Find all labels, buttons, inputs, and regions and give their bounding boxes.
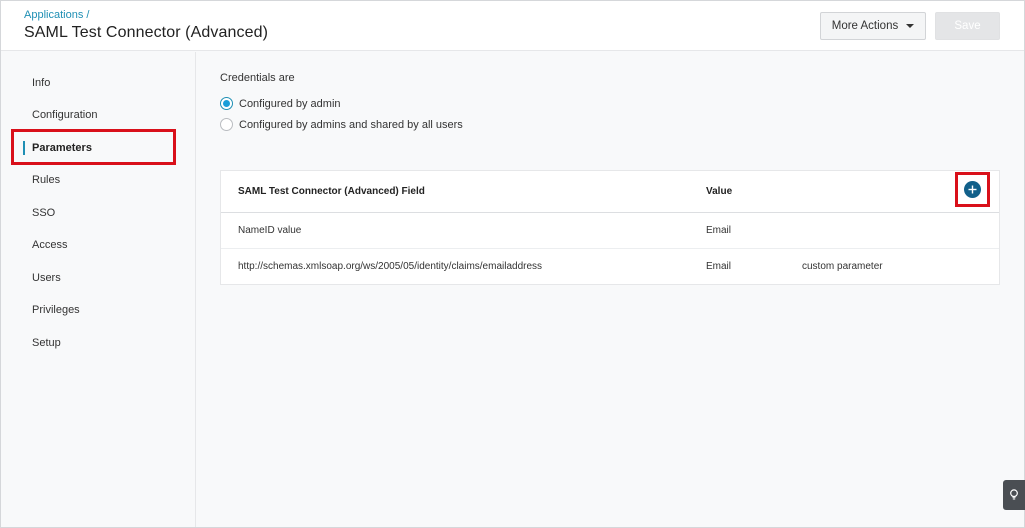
sidebar-item-users[interactable]: Users (32, 272, 61, 284)
more-actions-button[interactable]: More Actions (820, 12, 926, 40)
radio-label: Configured by admin (239, 97, 341, 110)
table-row[interactable]: NameID value Email (221, 213, 999, 249)
table-header-row: SAML Test Connector (Advanced) Field Val… (221, 171, 999, 213)
sidebar: Info Configuration Parameters Rules SSO … (1, 52, 196, 527)
radio-label: Configured by admins and shared by all u… (239, 118, 463, 131)
radio-checked-icon[interactable] (220, 97, 233, 110)
save-button[interactable]: Save (935, 12, 1000, 40)
cell-value: Email (706, 261, 732, 272)
sidebar-item-access[interactable]: Access (32, 239, 67, 251)
credentials-label: Credentials are (220, 72, 295, 84)
sidebar-item-privileges[interactable]: Privileges (32, 304, 80, 316)
table-row[interactable]: http://schemas.xmlsoap.org/ws/2005/05/id… (221, 249, 999, 285)
radio-unchecked-icon[interactable] (220, 118, 233, 131)
radio-configured-by-admins-shared[interactable]: Configured by admins and shared by all u… (220, 118, 463, 131)
column-header-field: SAML Test Connector (Advanced) Field (238, 186, 425, 197)
radio-configured-by-admin[interactable]: Configured by admin (220, 97, 341, 110)
cell-value: Email (706, 225, 732, 236)
cell-note: custom parameter (802, 261, 883, 272)
highlight-box-add (955, 172, 990, 207)
help-tab[interactable] (1003, 480, 1025, 510)
sidebar-item-info[interactable]: Info (32, 77, 50, 89)
sidebar-item-setup[interactable]: Setup (32, 337, 61, 349)
more-actions-label: More Actions (831, 20, 899, 32)
sidebar-item-sso[interactable]: SSO (32, 207, 55, 219)
lightbulb-icon (1010, 489, 1018, 500)
breadcrumb-applications[interactable]: Applications / (24, 9, 89, 21)
caret-down-icon (906, 24, 915, 28)
main-content: Credentials are Configured by admin Conf… (197, 52, 1024, 527)
page-title: SAML Test Connector (Advanced) (24, 24, 269, 41)
cell-field: http://schemas.xmlsoap.org/ws/2005/05/id… (238, 261, 543, 272)
sidebar-item-configuration[interactable]: Configuration (32, 109, 97, 121)
column-header-value: Value (706, 186, 733, 197)
sidebar-item-rules[interactable]: Rules (32, 174, 60, 186)
highlight-box-parameters (11, 129, 176, 165)
parameters-table: SAML Test Connector (Advanced) Field Val… (220, 170, 1000, 285)
page-header: Applications / SAML Test Connector (Adva… (1, 1, 1024, 51)
cell-field: NameID value (238, 225, 302, 236)
